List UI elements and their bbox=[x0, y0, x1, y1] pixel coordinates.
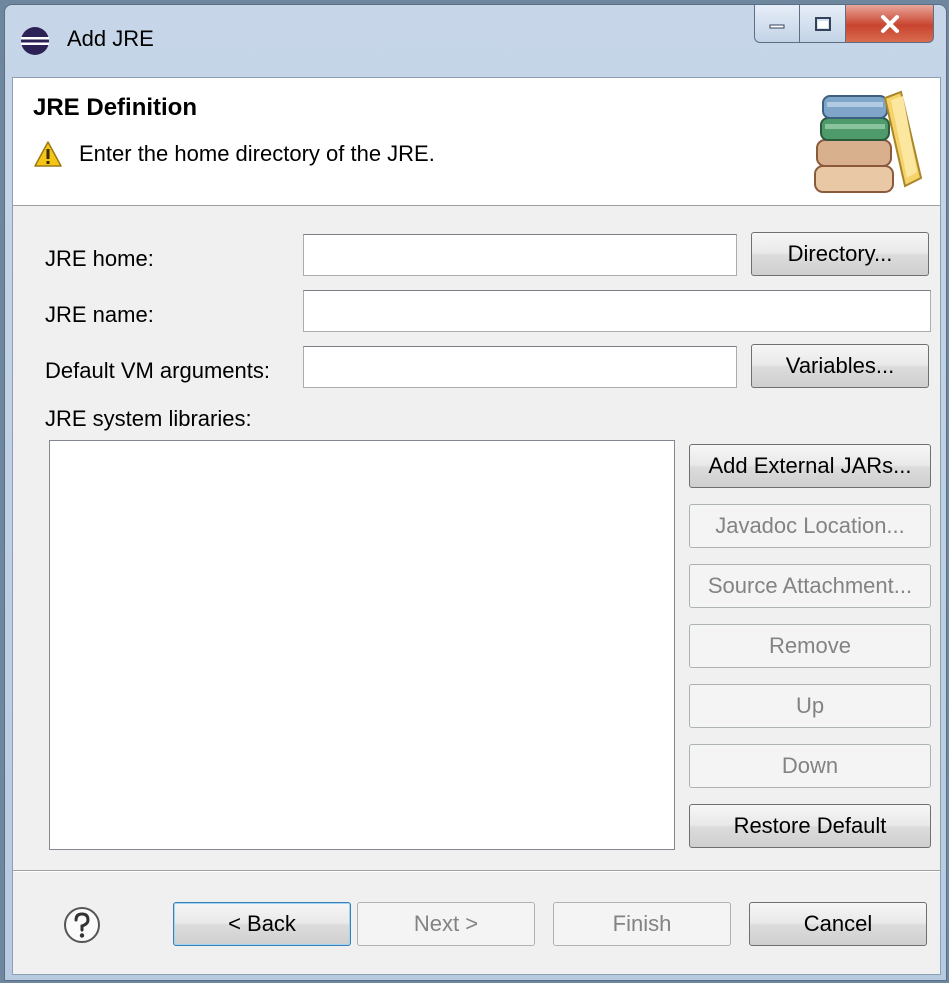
close-button[interactable] bbox=[846, 5, 934, 43]
down-button[interactable]: Down bbox=[689, 744, 931, 788]
minimize-icon bbox=[769, 24, 785, 28]
minimize-button[interactable] bbox=[754, 5, 800, 43]
javadoc-location-button[interactable]: Javadoc Location... bbox=[689, 504, 931, 548]
variables-button[interactable]: Variables... bbox=[751, 344, 929, 388]
restore-default-button[interactable]: Restore Default bbox=[689, 804, 931, 848]
source-attachment-button[interactable]: Source Attachment... bbox=[689, 564, 931, 608]
back-button[interactable]: < Back bbox=[173, 902, 351, 946]
maximize-button[interactable] bbox=[800, 5, 846, 43]
vm-arguments-input[interactable] bbox=[303, 346, 737, 388]
up-button[interactable]: Up bbox=[689, 684, 931, 728]
dialog-client-area: JRE Definition Enter the home directory … bbox=[12, 77, 941, 975]
jre-home-input[interactable] bbox=[303, 234, 737, 276]
jre-name-input[interactable] bbox=[303, 290, 931, 332]
vm-arguments-label: Default VM arguments: bbox=[45, 358, 270, 383]
system-libraries-list[interactable] bbox=[49, 440, 675, 850]
eclipse-icon bbox=[21, 27, 49, 55]
maximize-icon bbox=[814, 16, 831, 31]
jre-name-label: JRE name: bbox=[45, 302, 154, 327]
banner-message: Enter the home directory of the JRE. bbox=[79, 141, 435, 166]
directory-button[interactable]: Directory... bbox=[751, 232, 929, 276]
warning-icon bbox=[34, 141, 62, 167]
help-icon[interactable] bbox=[63, 906, 101, 944]
finish-button[interactable]: Finish bbox=[553, 902, 731, 946]
page-title: JRE Definition bbox=[33, 94, 198, 121]
title-bar[interactable]: Add JRE bbox=[5, 5, 946, 75]
jre-books-icon bbox=[814, 90, 923, 193]
banner-message-row: Enter the home directory of the JRE. bbox=[33, 140, 435, 168]
remove-button[interactable]: Remove bbox=[689, 624, 931, 668]
jre-home-label: JRE home: bbox=[45, 246, 154, 271]
footer-separator bbox=[13, 870, 940, 872]
caption-buttons bbox=[754, 5, 934, 45]
window-title: Add JRE bbox=[67, 26, 154, 51]
close-icon bbox=[880, 14, 899, 33]
cancel-button[interactable]: Cancel bbox=[749, 902, 927, 946]
wizard-banner: JRE Definition Enter the home directory … bbox=[13, 78, 940, 206]
add-external-jars-button[interactable]: Add External JARs... bbox=[689, 444, 931, 488]
add-jre-window: Add JRE JRE Definition Enter the home di… bbox=[4, 4, 947, 981]
next-button[interactable]: Next > bbox=[357, 902, 535, 946]
system-libraries-label: JRE system libraries: bbox=[45, 406, 252, 431]
